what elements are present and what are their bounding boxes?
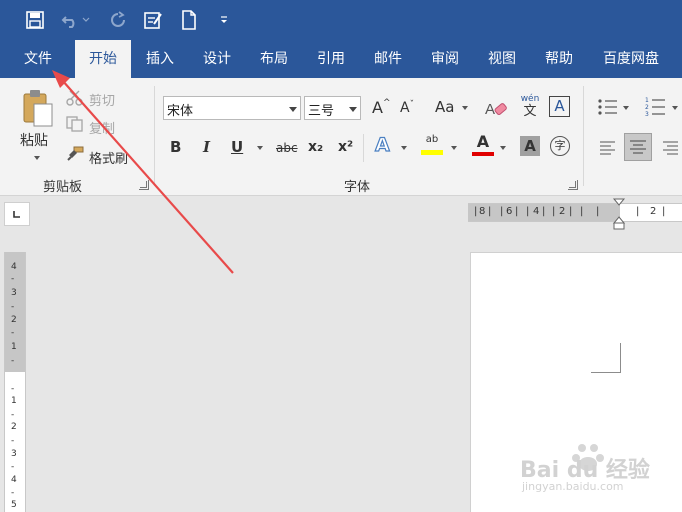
annotation-arrow — [52, 70, 234, 274]
